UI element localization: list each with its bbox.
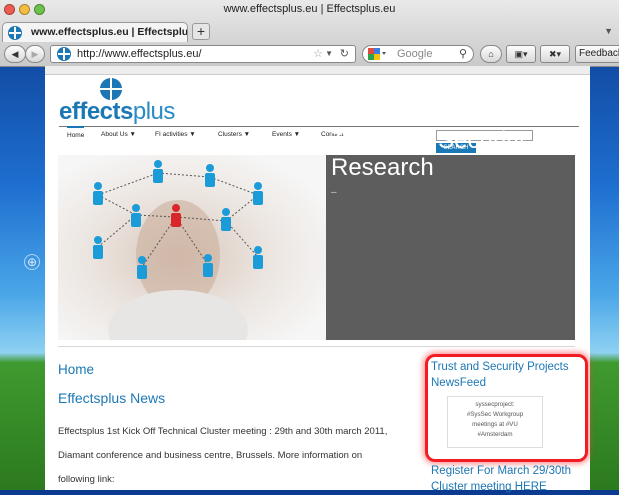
logo-wordmark: effectsplus [59,98,175,126]
address-bar[interactable]: http://www.effectsplus.eu/ ☆ ▼ ↻ [50,45,356,63]
bookmark-star-icon[interactable]: ☆ [313,46,323,62]
register-link[interactable]: Register For March 29/30th Cluster meeti… [431,463,591,495]
menu-item-about[interactable]: About Us ▼ [101,131,136,138]
reload-icon[interactable]: ↻ [340,46,349,62]
menu-item-clusters[interactable]: Clusters ▼ [218,131,250,138]
menu-item-events[interactable]: Events ▼ [272,131,300,138]
hero-photo [58,155,326,340]
url-text: http://www.effectsplus.eu/ [77,48,202,60]
search-engine-box[interactable]: Google ⚲ [362,45,474,63]
site-favicon-icon [57,47,71,61]
menu-item-home[interactable]: Home [67,126,85,139]
hero-text-panel [326,155,575,340]
addon-button[interactable]: ✖▾ [540,45,570,63]
hero-banner[interactable] [58,155,575,340]
news-heading: Effectsplus News [58,390,166,406]
hero-title: Create Roadmap for Trust and Security Re… [331,100,549,181]
site-favicon-icon [8,26,22,40]
logo-plus: plus [132,98,176,125]
site-logo[interactable]: effectsplus [59,78,175,125]
google-engine-icon[interactable] [367,47,387,61]
logo-main: effects [59,98,133,125]
web-page: effectsplus Home About Us ▼ FI activitie… [45,66,590,493]
feedback-button[interactable]: Feedback [575,45,619,63]
news-body: Effectsplus 1st Kick Off Technical Clust… [58,426,388,485]
tab-list-chevron-icon[interactable]: ▼ [604,26,613,36]
page-heading: Home [58,362,95,377]
annotation-highlight-box [425,354,588,462]
logo-plus-icon [100,78,122,100]
feedback-label: Feedback [579,48,619,59]
desktop-nav-arrow-icon: ⊕ [24,254,40,270]
sidebar-toggle-button[interactable]: ▣▾ [506,45,536,63]
navigation-toolbar: ◀ ▶ http://www.effectsplus.eu/ ☆ ▼ ↻ Goo… [0,43,619,65]
forward-button[interactable]: ▶ [25,45,45,63]
menu-item-fi-activities[interactable]: FI activities ▼ [155,131,196,138]
window-title: www.effectsplus.eu | Effectsplus.eu [223,3,396,15]
search-placeholder: Google [397,48,433,60]
new-tab-button[interactable]: + [192,23,210,40]
url-history-chevron-icon[interactable]: ▼ [325,46,333,62]
page-top-strip [45,66,590,75]
hero-dash: – [331,187,337,198]
network-people-illustration [93,160,263,340]
search-magnifier-icon[interactable]: ⚲ [459,46,467,62]
browser-chrome: www.effectsplus.eu | Effectsplus.eu www.… [0,0,619,67]
content-divider [58,346,575,347]
back-button[interactable]: ◀ [4,45,26,63]
tab-bar: www.effectsplus.eu | Effectsplu... + ▼ [0,20,619,42]
tab-label: www.effectsplus.eu | Effectsplu... [31,26,188,38]
home-button[interactable]: ⌂ [480,45,502,63]
tab-effectsplus[interactable]: www.effectsplus.eu | Effectsplu... [2,22,188,42]
